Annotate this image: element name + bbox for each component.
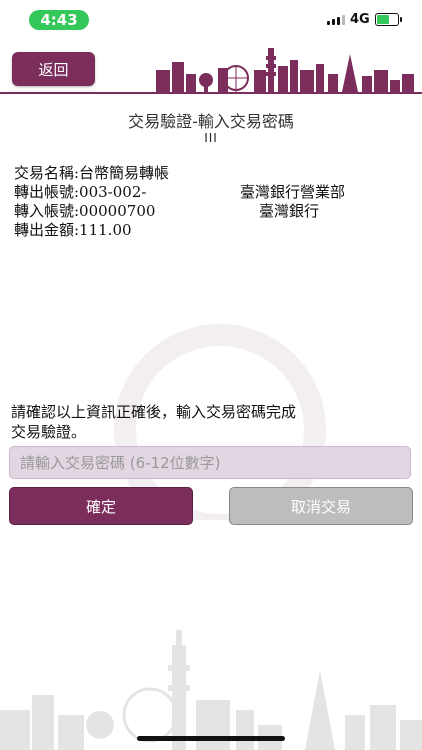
confirm-button[interactable]: 確定 — [9, 487, 193, 525]
signal-icon — [327, 15, 345, 25]
from-account: 轉出帳號:003-002- — [14, 183, 147, 201]
step-indicator: III — [204, 131, 218, 145]
to-bank: 臺灣銀行 — [259, 202, 320, 220]
from-bank: 臺灣銀行營業部 — [240, 183, 346, 201]
confirm-line-1: 請確認以上資訊正確後，輸入交易密碼完成 — [11, 403, 297, 421]
header-divider — [0, 92, 422, 94]
page-title: 交易驗證-輸入交易密碼 — [128, 112, 294, 131]
confirm-instruction: 請確認以上資訊正確後，輸入交易密碼完成 交易驗證。 — [11, 402, 411, 442]
home-indicator[interactable] — [137, 736, 285, 741]
header-bar: 返回 — [0, 40, 422, 94]
cancel-transaction-button[interactable]: 取消交易 — [229, 487, 413, 525]
confirm-line-2: 交易驗證。 — [11, 423, 87, 441]
transaction-password-input[interactable] — [9, 446, 411, 479]
transfer-amount: 轉出金額:111.00 — [14, 221, 132, 239]
status-bar: 4:43 4G — [0, 0, 422, 40]
charging-battery-icon — [375, 13, 402, 26]
status-time: 4:43 — [29, 10, 89, 30]
city-skyline-icon — [156, 48, 414, 92]
footer-skyline-icon — [0, 630, 422, 750]
transaction-info: 交易名稱:台幣簡易轉帳 轉出帳號:003-002- 臺灣銀行營業部 轉入帳號:0… — [14, 164, 345, 240]
network-type: 4G — [350, 12, 370, 27]
back-button[interactable]: 返回 — [12, 52, 95, 86]
transaction-name: 交易名稱:台幣簡易轉帳 — [14, 164, 170, 182]
to-account: 轉入帳號:00000700 — [14, 202, 156, 220]
